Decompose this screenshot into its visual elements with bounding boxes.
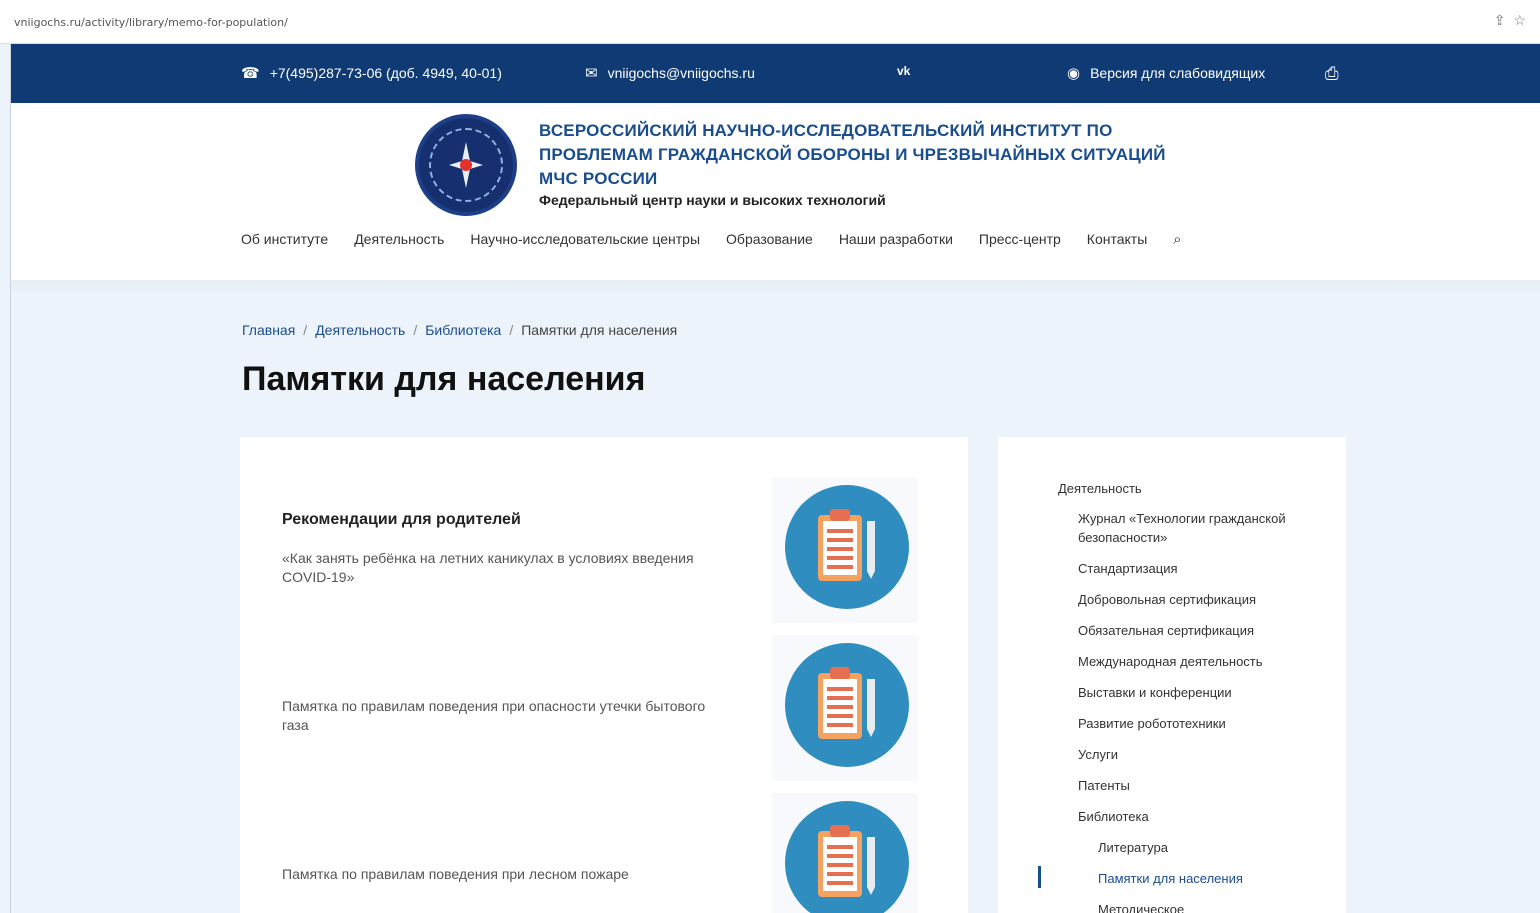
accessibility-text: Версия для слабовидящих bbox=[1090, 65, 1266, 81]
phone-text: +7(495)287-73-06 (доб. 4949, 40-01) bbox=[269, 65, 502, 81]
url-text[interactable]: vniigochs.ru/activity/library/memo-for-p… bbox=[14, 16, 288, 29]
breadcrumb-activity[interactable]: Деятельность bbox=[315, 322, 405, 338]
sidebar-item-international[interactable]: Международная деятельность bbox=[1078, 652, 1318, 671]
memo-item[interactable]: Памятка по правилам поведения при лесном… bbox=[240, 793, 968, 913]
emercom-logo[interactable] bbox=[415, 114, 517, 216]
share-icon[interactable]: ⇪ bbox=[1494, 12, 1514, 28]
memo-description[interactable]: Памятка по правилам поведения при лесном… bbox=[282, 865, 722, 884]
email-text: vniigochs@vniigochs.ru bbox=[607, 65, 755, 81]
header-shadow bbox=[11, 280, 1540, 294]
sidebar-root-activity[interactable]: Деятельность bbox=[1058, 481, 1142, 496]
star-emblem-icon bbox=[449, 142, 483, 188]
star-icon[interactable]: ☆ bbox=[1513, 12, 1534, 28]
print-button[interactable]: ⎙ bbox=[1325, 64, 1339, 84]
top-contact-bar: ☎ +7(495)287-73-06 (доб. 4949, 40-01) ✉ … bbox=[11, 44, 1540, 103]
nav-item-press[interactable]: Пресс-центр bbox=[979, 231, 1061, 248]
memo-thumbnail[interactable] bbox=[772, 635, 918, 781]
clipboard-icon bbox=[818, 825, 875, 897]
sidebar-item-voluntary-certification[interactable]: Добровольная сертификация bbox=[1078, 590, 1318, 609]
eye-icon: ◉ bbox=[1067, 65, 1081, 82]
breadcrumb-library[interactable]: Библиотека bbox=[425, 322, 501, 338]
phone-contact[interactable]: ☎ +7(495)287-73-06 (доб. 4949, 40-01) bbox=[241, 64, 502, 82]
accessibility-link[interactable]: ◉ Версия для слабовидящих bbox=[1067, 64, 1265, 82]
main-nav: Об институте Деятельность Научно-исследо… bbox=[241, 231, 1182, 248]
mail-icon: ✉ bbox=[585, 65, 598, 82]
nav-item-developments[interactable]: Наши разработки bbox=[839, 231, 953, 248]
memo-thumbnail[interactable] bbox=[772, 477, 918, 623]
memo-item[interactable]: Памятка по правилам поведения при опасно… bbox=[240, 635, 968, 785]
sidebar-item-methodical[interactable]: Методическое bbox=[1098, 900, 1318, 913]
memo-description[interactable]: Памятка по правилам поведения при опасно… bbox=[282, 697, 722, 735]
browser-icons: ⇪☆ bbox=[1494, 12, 1534, 29]
breadcrumb-current: Памятки для населения bbox=[521, 322, 678, 338]
sidebar-item-library[interactable]: Библиотека bbox=[1078, 807, 1318, 826]
page-title: Памятки для населения bbox=[242, 360, 646, 398]
sidebar: Деятельность Журнал «Технологии гражданс… bbox=[998, 437, 1346, 913]
nav-item-education[interactable]: Образование bbox=[726, 231, 813, 248]
phone-icon: ☎ bbox=[241, 65, 260, 82]
sidebar-item-exhibitions[interactable]: Выставки и конференции bbox=[1078, 683, 1318, 702]
active-item-marker bbox=[1038, 866, 1041, 888]
memo-title[interactable]: Рекомендации для родителей bbox=[282, 511, 521, 529]
sidebar-item-literature[interactable]: Литература bbox=[1098, 838, 1318, 857]
sidebar-list: Журнал «Технологии гражданской безопасно… bbox=[1078, 509, 1318, 913]
sidebar-item-standardization[interactable]: Стандартизация bbox=[1078, 559, 1318, 578]
clipboard-icon bbox=[818, 667, 875, 739]
memo-thumbnail[interactable] bbox=[772, 793, 918, 913]
breadcrumb: Главная / Деятельность / Библиотека / Памятки … bbox=[242, 322, 677, 338]
breadcrumb-separator: / bbox=[303, 322, 308, 338]
breadcrumb-home[interactable]: Главная bbox=[242, 322, 295, 338]
clipboard-icon bbox=[818, 509, 875, 581]
org-subtitle: Федеральный центр науки и высоких технол… bbox=[539, 192, 886, 208]
vk-link[interactable]: vk bbox=[897, 64, 910, 78]
sidebar-item-memos[interactable]: Памятки для населения bbox=[1098, 869, 1318, 888]
sidebar-item-mandatory-certification[interactable]: Обязательная сертификация bbox=[1078, 621, 1318, 640]
breadcrumb-separator: / bbox=[413, 322, 418, 338]
nav-item-contacts[interactable]: Контакты bbox=[1087, 231, 1147, 248]
org-title[interactable]: ВСЕРОССИЙСКИЙ НАУЧНО-ИССЛЕДОВАТЕЛЬСКИЙ И… bbox=[539, 119, 1179, 191]
sidebar-item-services[interactable]: Услуги bbox=[1078, 745, 1318, 764]
sidebar-item-robotics[interactable]: Развитие робототехники bbox=[1078, 714, 1318, 733]
memo-list: Рекомендации для родителей «Как занять р… bbox=[240, 437, 968, 913]
printer-icon: ⎙ bbox=[1325, 64, 1339, 83]
nav-item-research-centers[interactable]: Научно-исследовательские центры bbox=[470, 231, 700, 248]
site-header: ВСЕРОССИЙСКИЙ НАУЧНО-ИССЛЕДОВАТЕЛЬСКИЙ И… bbox=[11, 103, 1540, 280]
sidebar-item-journal[interactable]: Журнал «Технологии гражданской безопасно… bbox=[1078, 509, 1318, 547]
nav-item-about[interactable]: Об институте bbox=[241, 231, 328, 248]
search-icon[interactable]: ⌕ bbox=[1173, 231, 1181, 248]
vk-icon: vk bbox=[897, 64, 911, 78]
sidebar-item-patents[interactable]: Патенты bbox=[1078, 776, 1318, 795]
memo-description[interactable]: «Как занять ребёнка на летних каникулах … bbox=[282, 549, 722, 587]
email-contact[interactable]: ✉ vniigochs@vniigochs.ru bbox=[585, 64, 755, 82]
nav-item-activity[interactable]: Деятельность bbox=[354, 231, 444, 248]
memo-item[interactable]: Рекомендации для родителей «Как занять р… bbox=[240, 477, 968, 627]
breadcrumb-separator: / bbox=[509, 322, 514, 338]
browser-address-bar: vniigochs.ru/activity/library/memo-for-p… bbox=[0, 0, 1540, 44]
